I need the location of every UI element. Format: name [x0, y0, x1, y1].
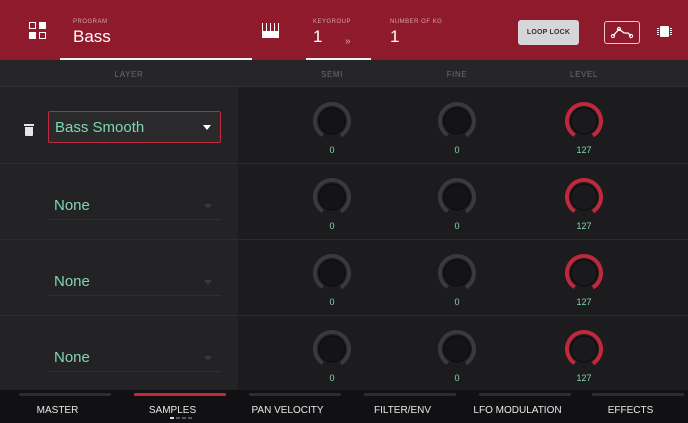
layer-2-fine-knob[interactable] [437, 177, 477, 217]
chevron-down-icon [204, 356, 212, 361]
tab-indicator [364, 393, 456, 396]
row-divider [0, 239, 688, 240]
chevron-down-icon [204, 280, 212, 285]
tab-effects[interactable]: EFFECTS [573, 390, 688, 423]
semi-column-header: SEMI [321, 70, 343, 79]
page-dot [188, 417, 192, 419]
layer-2-semi-knob[interactable] [312, 177, 352, 217]
layer-1-level-value: 127 [576, 145, 592, 155]
layer-1-sample-value: Bass Smooth [55, 119, 145, 136]
tab-master[interactable]: MASTER [0, 390, 115, 423]
keygroup-label: KEYGROUP [313, 19, 352, 25]
layer-1-semi-knob[interactable] [312, 101, 352, 141]
tab-label: EFFECTS [607, 405, 654, 416]
layer-4-level-knob[interactable] [564, 329, 604, 369]
layer-3-level-value: 127 [576, 297, 592, 307]
layer-4-fine-value: 0 [454, 373, 460, 383]
layer-column-header: LAYER [114, 70, 144, 79]
envelope-button[interactable] [604, 21, 640, 44]
tab-label: MASTER [36, 405, 79, 416]
num-keygroups-label: NUMBER OF KG [390, 19, 443, 25]
tab-label: SAMPLES [148, 405, 197, 416]
tab-bar: MASTER SAMPLES PAN VELOCITY FILTER/ENV L… [0, 390, 688, 423]
layer-3-semi-knob[interactable] [312, 253, 352, 293]
layer-1-sample-select[interactable]: Bass Smooth [48, 111, 221, 143]
page-dot [170, 417, 174, 419]
layer-3-semi-value: 0 [329, 297, 335, 307]
layer-3-fine-knob[interactable] [437, 253, 477, 293]
num-keygroups-value[interactable]: 1 [390, 27, 442, 47]
layer-2-semi-value: 0 [329, 221, 335, 231]
row-divider [0, 163, 688, 164]
header-bar: PROGRAM Bass KEYGROUP 1 » NUMBER OF KG 1… [0, 0, 688, 60]
level-column-header: LEVEL [570, 70, 598, 79]
page-indicator [170, 417, 192, 419]
layer-4-semi-value: 0 [329, 373, 335, 383]
tab-filter-env[interactable]: FILTER/ENV [345, 390, 460, 423]
layer-2-sample-value: None [54, 197, 90, 214]
layer-2-level-value: 127 [576, 221, 592, 231]
loop-lock-button[interactable]: LOOP LOCK [518, 20, 579, 45]
chevron-down-icon [203, 125, 211, 130]
layer-4-level-value: 127 [576, 373, 592, 383]
tab-lfo-modulation[interactable]: LFO MODULATION [460, 390, 575, 423]
fine-column-header: FINE [446, 70, 468, 79]
tab-indicator [592, 393, 684, 396]
layer-3-sample-select[interactable]: None [48, 268, 221, 296]
layer-3-level-knob[interactable] [564, 253, 604, 293]
layer-4-sample-select[interactable]: None [48, 344, 221, 372]
layer-4-semi-knob[interactable] [312, 329, 352, 369]
layer-2-fine-value: 0 [454, 221, 460, 231]
tab-label: LFO MODULATION [473, 405, 562, 416]
row-divider [0, 315, 688, 316]
chevron-down-icon [204, 204, 212, 209]
tab-label: PAN VELOCITY [251, 405, 324, 416]
program-value[interactable]: Bass [73, 27, 111, 47]
tab-indicator [479, 393, 571, 396]
keyboard-icon[interactable] [262, 23, 279, 38]
tab-indicator [19, 393, 111, 396]
layer-2-sample-select[interactable]: None [48, 192, 221, 220]
keygroup-separator: » [345, 36, 351, 47]
trash-icon[interactable] [24, 124, 34, 136]
grid-icon[interactable] [29, 22, 47, 40]
layer-4-fine-knob[interactable] [437, 329, 477, 369]
tab-indicator [249, 393, 341, 396]
tab-indicator [134, 393, 226, 396]
tab-pan-velocity[interactable]: PAN VELOCITY [230, 390, 345, 423]
column-headers: LAYER SEMI FINE LEVEL [0, 60, 688, 87]
program-field[interactable]: PROGRAM Bass [73, 19, 111, 47]
envelope-icon [610, 26, 634, 39]
page-dot [182, 417, 186, 419]
layer-1-fine-knob[interactable] [437, 101, 477, 141]
program-label: PROGRAM [73, 19, 108, 25]
page-dot [176, 417, 180, 419]
layer-2-level-knob[interactable] [564, 177, 604, 217]
layer-3-fine-value: 0 [454, 297, 460, 307]
layer-4-sample-value: None [54, 349, 90, 366]
tab-label: FILTER/ENV [373, 405, 432, 416]
chip-icon[interactable] [657, 26, 672, 37]
layer-1-semi-value: 0 [329, 145, 335, 155]
layer-3-sample-value: None [54, 273, 90, 290]
layer-1-level-knob[interactable] [564, 101, 604, 141]
num-keygroups-field[interactable]: NUMBER OF KG 1 [390, 19, 442, 47]
layer-1-fine-value: 0 [454, 145, 460, 155]
